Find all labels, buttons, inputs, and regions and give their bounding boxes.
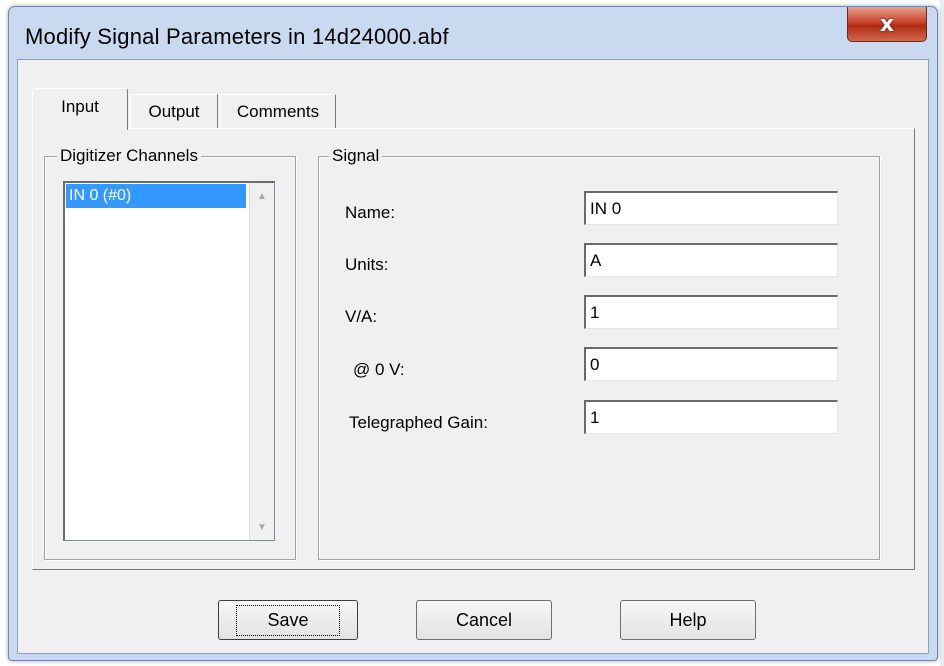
save-button[interactable]: Save — [218, 600, 358, 640]
telegraphed-gain-label: Telegraphed Gain: — [349, 413, 488, 432]
background-desktop — [940, 0, 944, 666]
channel-list-item[interactable]: IN 0 (#0) — [66, 184, 246, 208]
window-title: Modify Signal Parameters in 14d24000.abf — [25, 24, 449, 49]
name-label: Name: — [345, 203, 396, 222]
channel-list[interactable]: IN 0 (#0) ▲ ▼ — [63, 181, 275, 541]
signal-group-label: Signal — [329, 146, 383, 166]
save-button-label: Save — [236, 604, 340, 636]
dialog-window: Modify Signal Parameters in 14d24000.abf… — [8, 6, 938, 661]
tab-comments[interactable]: Comments — [220, 94, 336, 128]
close-icon: x — [879, 11, 895, 37]
cancel-button-label: Cancel — [455, 609, 513, 630]
cancel-button[interactable]: Cancel — [416, 600, 552, 640]
scroll-down-arrow-icon[interactable]: ▼ — [250, 516, 274, 538]
telegraphed-gain-field[interactable] — [584, 400, 838, 434]
scroll-up-arrow-icon[interactable]: ▲ — [250, 185, 274, 207]
va-field[interactable] — [584, 295, 838, 329]
digitizer-channels-label: Digitizer Channels — [57, 146, 201, 166]
offset-field[interactable] — [584, 347, 838, 381]
digitizer-channels-group: Digitizer Channels IN 0 (#0) ▲ ▼ — [44, 146, 296, 560]
units-field[interactable] — [584, 243, 838, 277]
signal-group: Signal Name: Units: V/A: @ 0 V: Telegrap… — [318, 146, 880, 560]
close-button[interactable]: x — [847, 7, 927, 42]
tab-comments-label: Comments — [236, 101, 320, 121]
offset-label: @ 0 V: — [353, 360, 405, 379]
help-button[interactable]: Help — [620, 600, 756, 640]
dialog-client-area: Input Output Comments Digitizer Channels… — [17, 59, 929, 654]
units-label: Units: — [345, 255, 389, 274]
tab-input[interactable]: Input — [32, 88, 128, 130]
help-button-label: Help — [669, 609, 707, 630]
va-label: V/A: — [345, 307, 378, 326]
tab-input-label: Input — [61, 96, 99, 116]
tab-output-label: Output — [148, 101, 200, 121]
tab-output[interactable]: Output — [130, 94, 218, 128]
name-field[interactable] — [584, 191, 838, 225]
channel-list-scrollbar[interactable]: ▲ ▼ — [249, 183, 274, 540]
